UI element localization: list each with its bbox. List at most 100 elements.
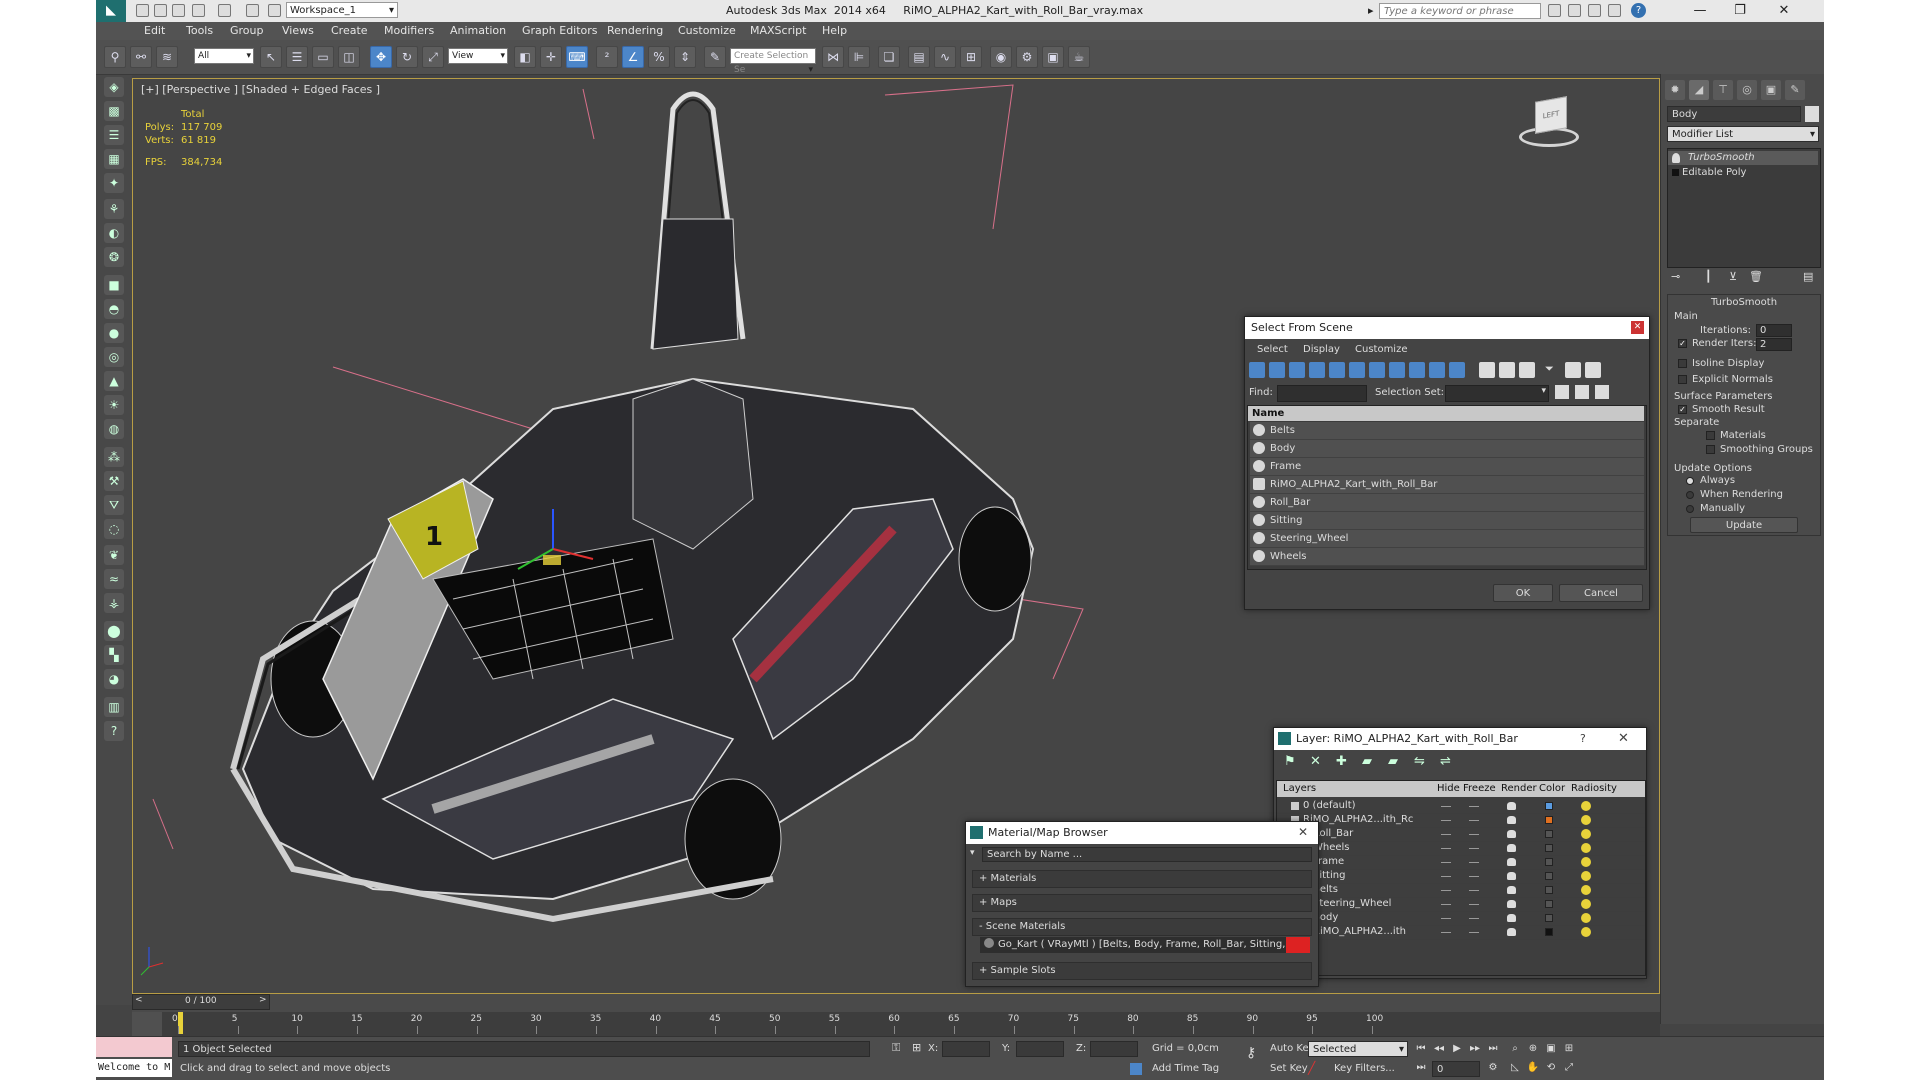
select-from-scene-title[interactable]: Select From Scene [1245, 317, 1649, 339]
schematic-view-icon[interactable]: ⊞ [960, 46, 982, 68]
hammer-icon[interactable]: ⚒ [104, 471, 124, 491]
hair-icon[interactable]: ≈ [104, 569, 124, 589]
manipulate-icon[interactable]: ✛ [540, 46, 562, 68]
material-search-input[interactable]: Search by Name ... [982, 847, 1312, 862]
render-setup-icon[interactable]: ⚙ [1016, 46, 1038, 68]
hide-toggle[interactable] [1441, 918, 1451, 919]
current-frame-field[interactable]: 0 [1432, 1061, 1480, 1077]
filter-lights-icon[interactable] [1289, 362, 1305, 378]
exchange-icon[interactable] [1588, 4, 1601, 17]
previous-frame-icon[interactable]: ◂◂ [1432, 1042, 1446, 1056]
render-teapot-icon[interactable] [1507, 830, 1516, 838]
tab-customize[interactable]: Customize [1355, 344, 1408, 355]
utilities-tab-icon[interactable]: ✎ [1785, 80, 1805, 100]
select-object-icon[interactable]: ↖ [260, 46, 282, 68]
select-in-layer-icon[interactable]: ▰ [1362, 754, 1372, 769]
particle-icon[interactable]: ⁂ [104, 447, 124, 467]
make-unique-icon[interactable]: ⊻ [1729, 270, 1737, 283]
keyboard-shortcut-override-icon[interactable]: ⌨ [566, 46, 588, 68]
bind-spacewarp-icon[interactable]: ≋ [156, 46, 178, 68]
freeze-toggle[interactable] [1469, 904, 1479, 905]
time-slider-prev-icon[interactable]: < [135, 995, 143, 1005]
filter-shapes-icon[interactable] [1269, 362, 1285, 378]
maps-section[interactable]: + Maps [972, 894, 1312, 912]
light-icon[interactable]: ✦ [104, 173, 124, 193]
col-freeze[interactable]: Freeze [1463, 781, 1496, 797]
freeze-toggle[interactable] [1469, 890, 1479, 891]
go-to-start-icon[interactable]: ⏮ [1414, 1042, 1428, 1056]
layer-color-swatch[interactable] [1545, 886, 1553, 894]
scene-materials-section[interactable]: - Scene Materials [972, 918, 1312, 936]
rect-selection-icon[interactable]: ▭ [312, 46, 334, 68]
menu-graph-editors[interactable]: Graph Editors [522, 24, 598, 37]
list-item[interactable]: Sitting [1250, 512, 1644, 530]
world-icon[interactable]: ◕ [104, 669, 124, 689]
viewport-icon[interactable]: ◈ [104, 77, 124, 97]
list-icon[interactable]: ☰ [104, 125, 124, 145]
box-primitive-icon[interactable]: ■ [104, 275, 124, 295]
hide-toggle[interactable] [1441, 820, 1451, 821]
motion-tab-icon[interactable]: ◎ [1737, 80, 1757, 100]
select-none-icon[interactable] [1499, 362, 1515, 378]
filter-frozen-icon[interactable] [1449, 362, 1465, 378]
menu-tools[interactable]: Tools [186, 24, 213, 37]
column-header-name[interactable]: Name [1248, 406, 1644, 421]
scene-icon[interactable]: ▚ [104, 645, 124, 665]
render-icon[interactable]: ▩ [104, 101, 124, 121]
list-item[interactable]: Belts [1250, 422, 1644, 440]
z-coordinate-field[interactable] [1090, 1041, 1138, 1057]
add-to-layer-icon[interactable]: ✚ [1336, 754, 1347, 769]
scene-material-item[interactable]: Go_Kart ( VRayMtl ) [Belts, Body, Frame,… [980, 937, 1310, 953]
search-arrow-icon[interactable]: ▸ [1368, 4, 1374, 17]
next-frame-icon[interactable]: ▸▸ [1468, 1042, 1482, 1056]
pin-stack-icon[interactable]: ⊸ [1671, 270, 1680, 283]
reference-coord-dropdown[interactable]: View ▾ [448, 48, 508, 64]
object-name-field[interactable]: Body [1667, 106, 1801, 122]
close-icon[interactable]: ✕ [1618, 731, 1629, 746]
radiosity-bulb-icon[interactable] [1581, 801, 1591, 811]
field-of-view-icon[interactable]: ◺ [1508, 1061, 1522, 1075]
filter-spacewarps-icon[interactable] [1349, 362, 1365, 378]
filter-helpers-icon[interactable] [1329, 362, 1345, 378]
search-input[interactable]: Type a keyword or phrase [1379, 3, 1541, 19]
globe-icon[interactable]: ◌ [104, 519, 124, 539]
grid-icon[interactable]: ▦ [104, 149, 124, 169]
menu-edit[interactable]: Edit [144, 24, 165, 37]
col-radiosity[interactable]: Radiosity [1571, 781, 1617, 797]
iterations-spinner[interactable]: 0 [1756, 324, 1792, 337]
open-file-icon[interactable] [154, 4, 167, 17]
layer-row[interactable]: Belts [1277, 883, 1645, 898]
select-all-icon[interactable] [1479, 362, 1495, 378]
snaps-toggle-icon[interactable]: ² [596, 46, 618, 68]
add-time-tag[interactable]: Add Time Tag [1152, 1063, 1219, 1074]
menu-maxscript[interactable]: MAXScript [750, 24, 806, 37]
render-teapot-icon[interactable] [1507, 802, 1516, 810]
go-to-end-icon[interactable]: ⏭ [1486, 1042, 1500, 1056]
radiosity-bulb-icon[interactable] [1581, 899, 1591, 909]
render-teapot-icon[interactable] [1507, 844, 1516, 852]
select-rotate-icon[interactable]: ↻ [396, 46, 418, 68]
hide-toggle[interactable] [1441, 862, 1451, 863]
pan-icon[interactable]: ✋ [1526, 1061, 1540, 1075]
window-crossing-icon[interactable]: ◫ [338, 46, 360, 68]
radiosity-bulb-icon[interactable] [1581, 857, 1591, 867]
radiosity-bulb-icon[interactable] [1581, 927, 1591, 937]
selection-filter-dropdown[interactable]: All ▾ [194, 48, 254, 64]
workspace-dropdown[interactable]: Workspace_1 ▾ [286, 2, 398, 18]
selected-dropdown[interactable]: Selected ▾ [1308, 1041, 1408, 1057]
menu-customize[interactable]: Customize [678, 24, 736, 37]
spinner-snap-icon[interactable]: ⇕ [674, 46, 696, 68]
star-favorites-icon[interactable] [1608, 4, 1621, 17]
materials-section[interactable]: + Materials [972, 870, 1312, 888]
hide-all-icon[interactable]: ⇋ [1414, 754, 1425, 769]
materials-checkbox[interactable] [1706, 431, 1715, 440]
graphite-ribbon-icon[interactable]: ▤ [908, 46, 930, 68]
material-browser-title[interactable]: Material/Map Browser [966, 822, 1318, 844]
configure-sets-icon[interactable]: ▤ [1803, 270, 1813, 283]
y-coordinate-field[interactable] [1016, 1041, 1064, 1057]
unlink-icon[interactable]: ⚯ [130, 46, 152, 68]
pivot-center-icon[interactable]: ◧ [514, 46, 536, 68]
cloth-icon[interactable]: ⚶ [104, 593, 124, 613]
find-input[interactable] [1277, 385, 1367, 402]
layer-row[interactable]: Sitting [1277, 869, 1645, 884]
